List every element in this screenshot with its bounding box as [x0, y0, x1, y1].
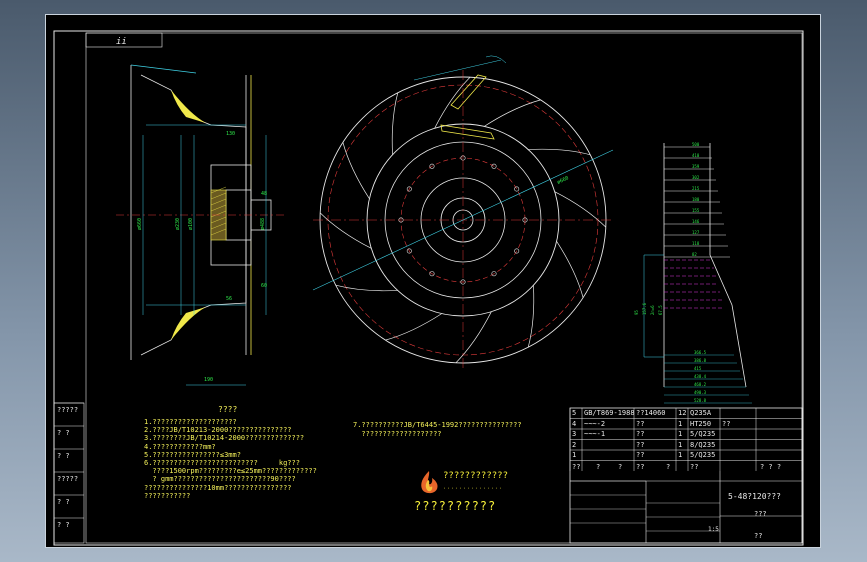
dev-dim-label: 386.8 [694, 358, 707, 363]
title-header-cell: ? [618, 462, 623, 471]
blade-detail [450, 74, 487, 110]
dev-right-edge [709, 143, 747, 388]
blade-curve [434, 76, 471, 129]
logo-bottom-text: ?????????? [414, 499, 497, 513]
tech-note-line: ??????????? [144, 491, 191, 500]
parts-cell: ?? [636, 440, 645, 449]
title-header-cell: ? [666, 462, 671, 471]
tech-note-line: 7.??????????JB/T6445-1992??????????????? [353, 421, 522, 429]
dim-label: ø488 [260, 218, 266, 230]
left-strip-label: ? ? [57, 452, 70, 460]
dev-tick-label: 215 [692, 186, 700, 191]
side-dim-label: 95 [634, 310, 639, 315]
tech-note-line: ??????????????????? [353, 430, 442, 438]
left-strip-label: ? ? [57, 521, 70, 529]
parts-cell: ~~~-1 [584, 430, 606, 438]
blade-curve [455, 311, 492, 364]
angle-arc [485, 55, 507, 64]
parts-cell: ?? [636, 430, 645, 438]
side-dim-label: 157.6 [642, 302, 647, 315]
left-strip-label: ????? [57, 475, 79, 483]
left-strip-label: ? ? [57, 429, 70, 437]
blade-curve [527, 285, 535, 348]
parts-cell: 5/Q235 [690, 451, 716, 459]
logo-name: ???????????? [443, 471, 509, 481]
parts-cell: ??14060 [636, 409, 666, 417]
dev-tick-label: 500 [692, 142, 700, 147]
title-header-cell: ?? [636, 462, 645, 471]
parts-cell: 12 [678, 409, 687, 417]
left-strip-label: ? ? [57, 498, 70, 506]
side-dim-label: 2n=6 [650, 305, 655, 315]
dev-dim-label: 366.5 [694, 350, 707, 355]
title-material-cell: ??? [754, 510, 767, 518]
parts-cell: GB/T869-1988 [584, 409, 635, 417]
dim-label: 190 [204, 377, 213, 383]
title-drawing-name: 5-48?120??? [728, 492, 781, 501]
dev-tick-label: 302 [692, 175, 700, 180]
dim-line [130, 64, 197, 74]
parts-cell: 1 [678, 451, 683, 459]
dim-label: 48 [261, 191, 267, 197]
title-block-frame [569, 407, 803, 544]
dev-dim-label: 438.4 [694, 374, 707, 379]
blade-curve [484, 99, 541, 127]
flame-logo-icon [418, 470, 440, 496]
dim-label: ø230 [175, 218, 181, 230]
parts-cell: 5/Q235 [690, 430, 716, 438]
dev-tick-label: 180 [692, 197, 700, 202]
tech-notes-title: ???? [218, 405, 238, 414]
title-header-cell: ? ? ? [760, 462, 782, 471]
dev-tick-label: 146 [692, 219, 700, 224]
parts-cell: 1 [678, 430, 683, 438]
parts-cell: 3 [572, 430, 577, 438]
dev-dim-label: 490.3 [694, 390, 707, 395]
dim-label: 130 [226, 131, 235, 137]
cad-viewport[interactable]: ii ø660 ø230 ø100 ø488 130 56 190 60 48 ø660 500 410… [45, 14, 821, 548]
parts-cell: 8/Q235 [690, 440, 716, 449]
title-header-cell: ?? [690, 462, 699, 471]
title-scale: 1:5 [708, 526, 719, 533]
dev-tick-label: 118 [692, 241, 700, 246]
parts-cell: 4 [572, 419, 577, 428]
title-header-cell: ?? [572, 462, 581, 471]
dev-tick-label: 127 [692, 230, 700, 235]
blade-section-top [171, 90, 206, 123]
parts-cell: ?? [636, 419, 645, 428]
dev-tick-label: 155 [692, 208, 700, 213]
dev-dim-label: 468.2 [694, 382, 707, 387]
side-dim-label: 67.5 [658, 305, 663, 315]
dev-tick-label: 410 [692, 153, 700, 158]
parts-cell: ?? [722, 419, 731, 428]
dev-tick-label: 359 [692, 164, 700, 169]
parts-cell: 5 [572, 409, 577, 417]
dev-tick-label: 82 [692, 252, 697, 257]
dim-label: 56 [226, 296, 232, 302]
title-header-cell: ? [596, 462, 601, 471]
corner-tag: ii [116, 37, 127, 47]
dim-label: ø660 [137, 218, 143, 230]
dev-dim-label: 415 [694, 366, 702, 371]
dim-label: 60 [261, 283, 267, 289]
logo-tagline: ··············· [443, 486, 504, 492]
parts-cell: Q235A [690, 409, 712, 417]
blade-section-bottom [171, 307, 206, 340]
left-strip-label: ????? [57, 406, 79, 414]
parts-cell: ~~~-2 [584, 419, 606, 428]
parts-cell: 1 [678, 419, 683, 428]
parts-cell: 1 [678, 440, 683, 449]
parts-cell: HT250 [690, 419, 712, 428]
title-company: ?? [754, 532, 763, 540]
dim-label: ø100 [188, 218, 194, 230]
dev-dim-label: 528.8 [694, 398, 707, 403]
parts-cell: 1 [572, 451, 577, 459]
parts-cell: ?? [636, 451, 645, 459]
dim-label: ø660 [556, 175, 569, 186]
parts-cell: 2 [572, 440, 577, 449]
